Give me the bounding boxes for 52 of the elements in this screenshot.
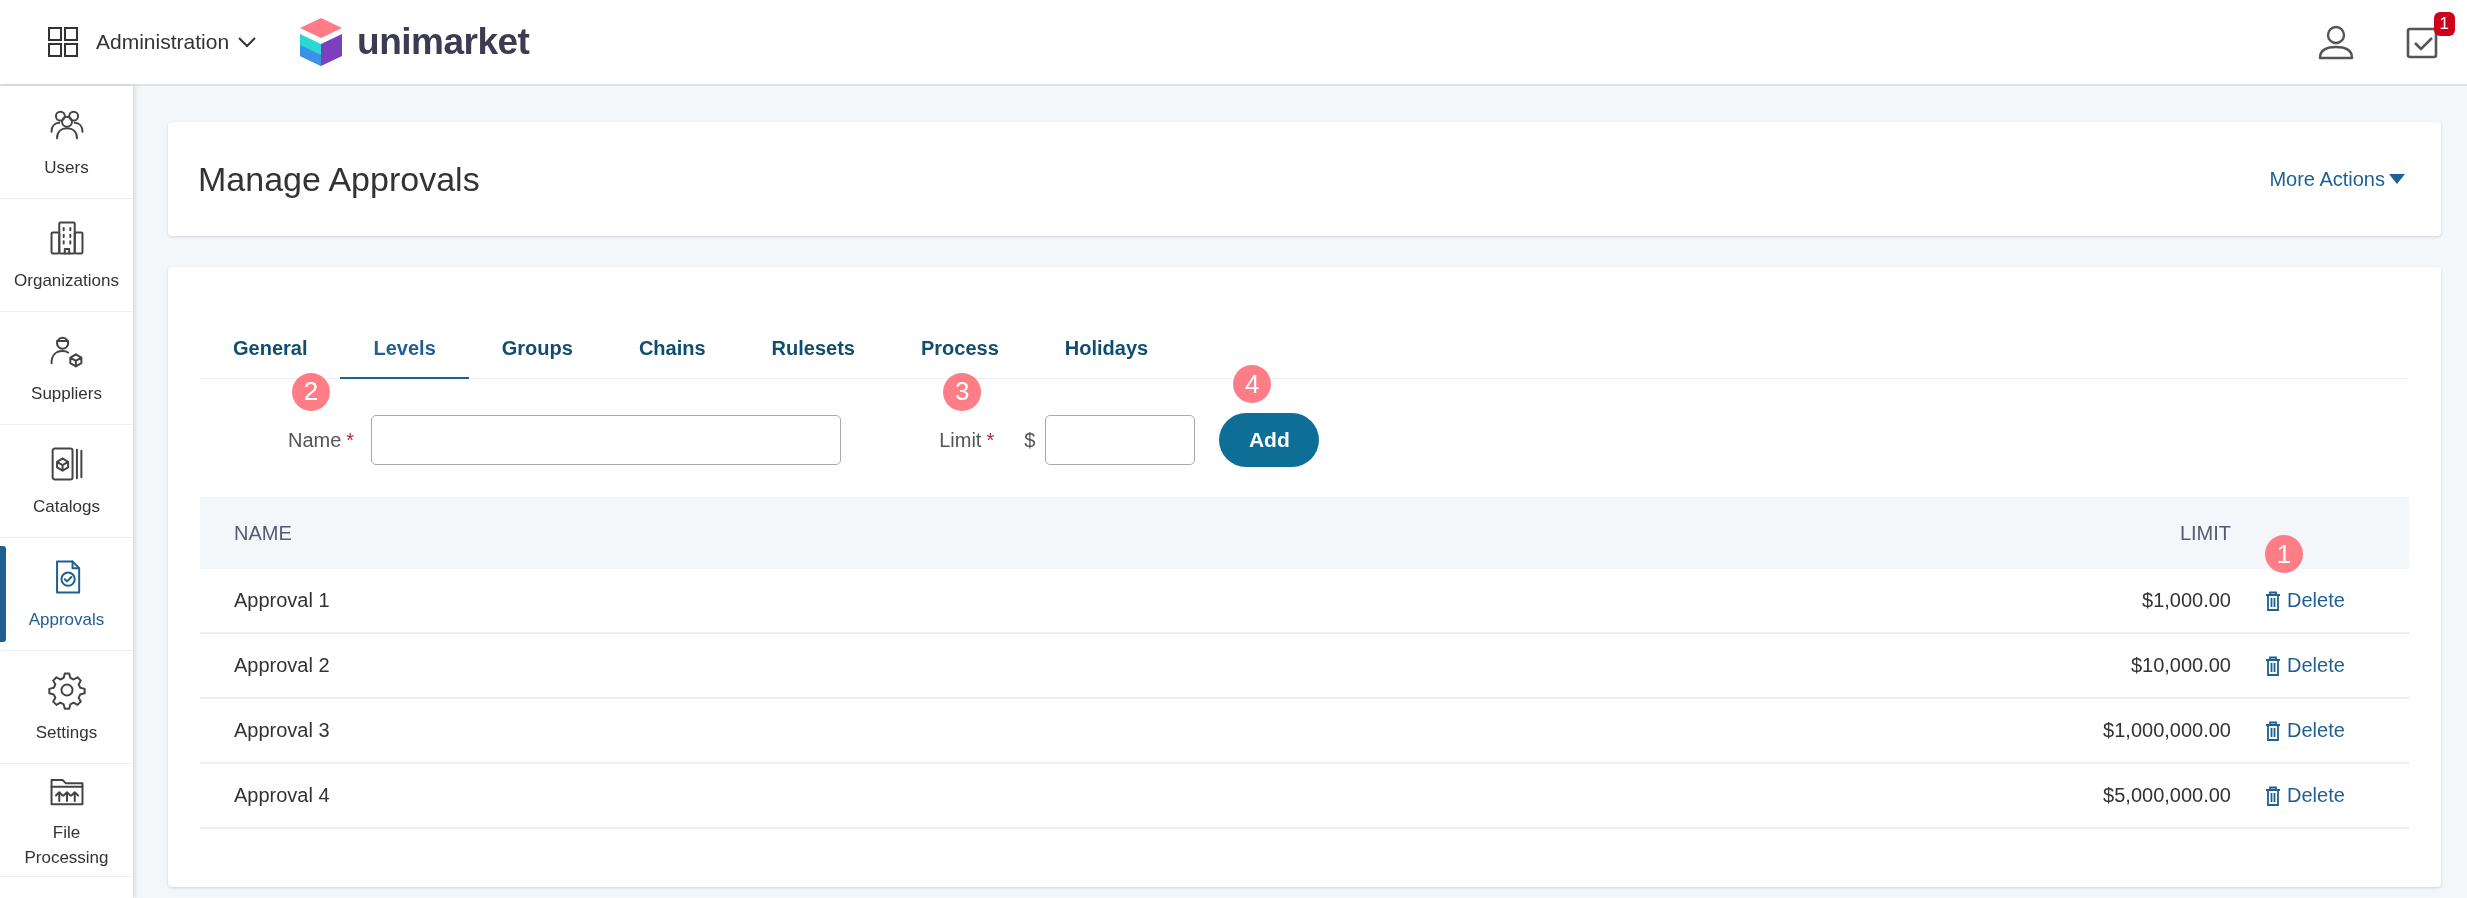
- cube-logo-icon: [299, 17, 344, 67]
- sidebar-item[interactable]: Organizations: [0, 199, 133, 312]
- required-mark: *: [346, 428, 355, 452]
- sidebar-item[interactable]: Approvals: [0, 538, 133, 651]
- tab[interactable]: Rulesets: [738, 337, 888, 379]
- sidebar-item[interactable]: Settings: [0, 651, 133, 764]
- delete-link[interactable]: Delete: [2265, 589, 2345, 612]
- sidebar-item[interactable]: Catalogs: [0, 425, 133, 538]
- delete-link[interactable]: Delete: [2265, 784, 2345, 807]
- column-header: LIMIT: [1139, 497, 2265, 569]
- tab[interactable]: Holidays: [1031, 337, 1182, 379]
- add-button[interactable]: Add: [1219, 413, 1320, 467]
- table-cell: Approval 3: [200, 698, 1140, 763]
- step-marker: 4: [1233, 365, 1272, 403]
- more-actions-button[interactable]: More Actions: [2263, 166, 2411, 192]
- trash-icon: [2265, 655, 2281, 676]
- step-marker: 2: [292, 372, 330, 411]
- table-cell: Approval 2: [200, 633, 1140, 698]
- notification-badge: 1: [2433, 12, 2455, 36]
- sidebar-item[interactable]: Users: [0, 86, 133, 199]
- table-cell: $1,000.00: [1139, 569, 2265, 633]
- apps-icon[interactable]: [48, 27, 78, 57]
- table-cell: $1,000,000.00: [1139, 698, 2265, 763]
- currency-symbol: $: [1024, 428, 1036, 452]
- required-mark: *: [986, 428, 995, 452]
- chevron-down-icon: [237, 36, 258, 48]
- trash-icon: [2265, 785, 2281, 806]
- tab[interactable]: Levels: [340, 337, 469, 379]
- limit-input[interactable]: [1045, 415, 1196, 465]
- caret-icon: [2389, 173, 2405, 185]
- table-cell: $10,000.00: [1139, 633, 2265, 698]
- table-cell: Approval 4: [200, 763, 1140, 828]
- sidebar-item[interactable]: Suppliers: [0, 312, 133, 425]
- delete-link[interactable]: Delete: [2265, 654, 2345, 677]
- table-cell: $5,000,000.00: [1139, 763, 2265, 828]
- delete-link[interactable]: Delete: [2265, 719, 2345, 742]
- sidebar-item[interactable]: File Processing: [0, 764, 133, 877]
- logo-text: unimarket: [357, 21, 530, 63]
- name-input[interactable]: [371, 415, 842, 465]
- trash-icon: [2265, 720, 2281, 741]
- user-icon[interactable]: [2317, 23, 2355, 61]
- tab[interactable]: Groups: [468, 337, 606, 379]
- trash-icon: [2265, 590, 2281, 611]
- column-header: NAME: [200, 497, 1140, 569]
- page-title: Manage Approvals: [198, 159, 480, 199]
- name-label: Name: [288, 428, 342, 452]
- tab[interactable]: Chains: [605, 337, 739, 379]
- limit-label: Limit: [939, 428, 982, 452]
- administration-menu[interactable]: Administration: [96, 30, 258, 54]
- step-marker: 1: [2265, 535, 2303, 573]
- table-cell: Approval 1: [200, 569, 1140, 633]
- step-marker: 3: [943, 372, 982, 411]
